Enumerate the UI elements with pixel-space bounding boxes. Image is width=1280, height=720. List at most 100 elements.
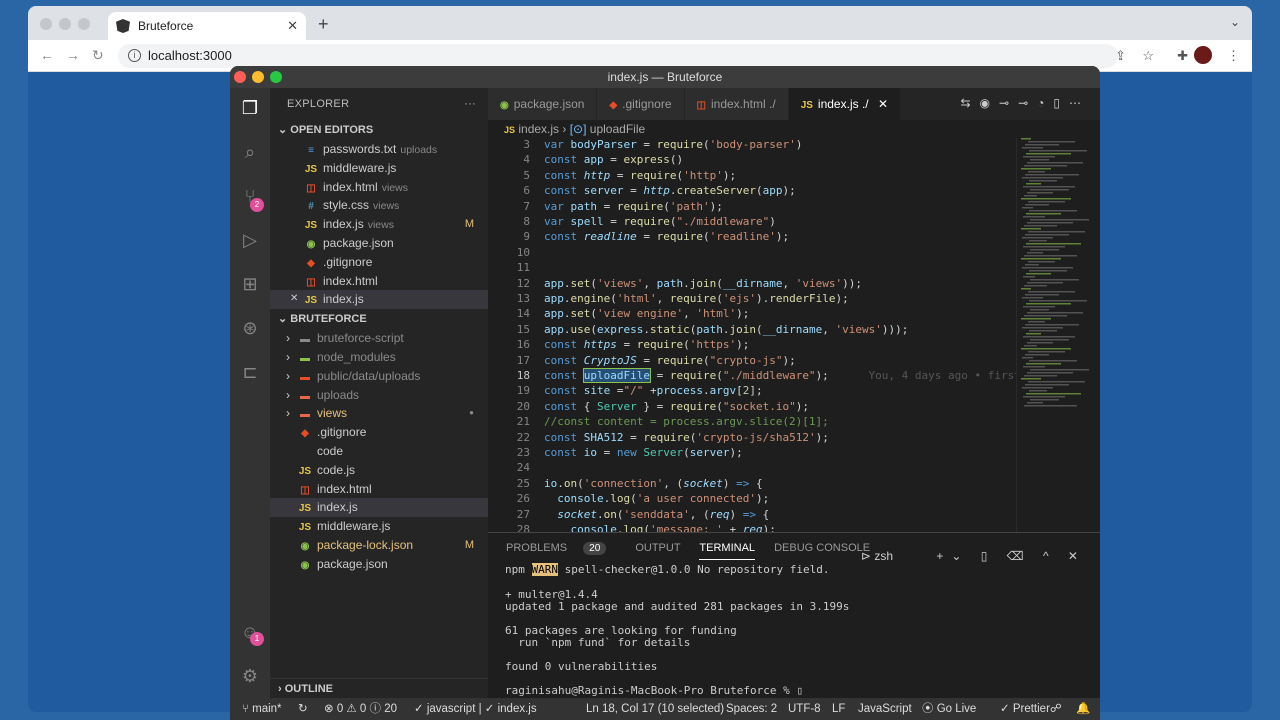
open-editor-item[interactable]: JS index.js views M (270, 215, 488, 234)
sync-icon[interactable]: ↻ (298, 698, 308, 720)
minimize-dot[interactable] (59, 18, 71, 30)
file-tree-item[interactable]: JS middleware.js (270, 517, 488, 536)
file-tree-item[interactable]: code (270, 442, 488, 461)
editor-tab[interactable]: ◫ index.html ./ (684, 88, 789, 120)
minimap-line (1025, 204, 1049, 206)
go-live-button[interactable]: ⦿ Go Live (922, 698, 976, 720)
language-check-status[interactable]: ✓ javascript | ✓ index.js (414, 698, 537, 720)
code-token: createServer (676, 184, 756, 198)
terminal-output[interactable]: npm WARN spell-checker@1.0.0 No reposito… (488, 563, 1100, 697)
zoom-dot[interactable] (78, 18, 90, 30)
file-tree-item[interactable]: › ▬ public/data/uploads (270, 367, 488, 386)
open-editor-item[interactable]: ◫ index.html views (270, 178, 488, 197)
open-editor-item[interactable]: ✕ JS index.js (270, 290, 488, 310)
minimap[interactable] (1016, 138, 1100, 532)
open-editor-item[interactable]: ≡ passwords.txt uploads (270, 140, 488, 159)
file-tree-item[interactable]: › ▬ node_modules (270, 348, 488, 367)
browser-tab[interactable]: Bruteforce ✕ (108, 12, 306, 40)
zoom-window-dot[interactable] (270, 71, 282, 83)
open-editor-item[interactable]: ◉ package.json (270, 234, 488, 253)
close-icon[interactable]: ✕ (290, 290, 298, 309)
explorer-icon[interactable]: ❐ (238, 96, 262, 120)
file-tree-item[interactable]: ◉ package-lock.json M (270, 536, 488, 555)
editor-tab[interactable]: JS index.js ./ ✕ (788, 88, 902, 120)
reload-icon[interactable]: ↻ (92, 47, 104, 64)
problems-status[interactable]: ⊗ 0 ⚠ 0 ⓘ 20 (324, 698, 397, 720)
profile-avatar[interactable] (1194, 46, 1212, 64)
file-tree-item[interactable]: ◆ .gitignore (270, 423, 488, 442)
file-tree-item[interactable]: JS index.js (270, 498, 488, 518)
file-name: passwords.txt (323, 142, 397, 156)
terminal-shell[interactable]: ⊳ zsh (861, 549, 909, 563)
encoding[interactable]: UTF-8 (788, 698, 821, 720)
outline-section[interactable]: › OUTLINE (270, 678, 488, 698)
bookmarks-icon[interactable]: ⊏ (238, 360, 262, 384)
extensions-icon[interactable]: ⊞ (238, 272, 262, 296)
close-tab-icon[interactable]: ✕ (875, 97, 888, 111)
notifications-icon[interactable]: 🔔 (1076, 698, 1090, 720)
bookmark-star-icon[interactable]: ☆ (1142, 48, 1154, 64)
new-tab-icon[interactable]: + (318, 14, 329, 35)
cursor-position[interactable]: Ln 18, Col 17 (10 selected) (586, 698, 724, 720)
close-dot[interactable] (40, 18, 52, 30)
tab-terminal[interactable]: TERMINAL (699, 542, 756, 560)
file-tree-item[interactable]: ◉ package.json (270, 555, 488, 574)
tab-debug-console[interactable]: DEBUG CONSOLE (774, 542, 870, 554)
file-tree-item[interactable]: › ▬ uploads (270, 386, 488, 405)
breadcrumb-file[interactable]: index.js (518, 122, 559, 136)
file-name: code.js (317, 462, 356, 477)
project-section[interactable]: ⌄ BRUTEFORCE (270, 309, 488, 329)
code-token: join (689, 276, 717, 290)
line-number: 26 (516, 492, 530, 506)
tab-output[interactable]: OUTPUT (635, 542, 680, 554)
menu-icon[interactable]: ⋮ (1227, 48, 1240, 64)
close-tab-icon[interactable]: ✕ (287, 18, 298, 34)
panel-actions[interactable]: ⊳ zsh +⌄ ▯ ⌫ ^ ✕ (861, 541, 1086, 571)
git-graph-icon[interactable]: ⊛ (238, 316, 262, 340)
branch-status[interactable]: ⑂ main* (242, 698, 282, 720)
end-of-line[interactable]: LF (832, 698, 845, 720)
file-tree-item[interactable]: ◫ index.html (270, 480, 488, 499)
extensions-icon[interactable]: ✚ (1177, 48, 1188, 64)
open-editor-item[interactable]: # style.css views (270, 196, 488, 215)
prettier-status[interactable]: ✓ Prettier (1000, 698, 1050, 720)
window-title: index.js — Bruteforce (607, 70, 723, 84)
info-icon[interactable]: i (128, 49, 141, 62)
tab-problems[interactable]: PROBLEMS (506, 542, 567, 554)
share-icon[interactable]: ⇪ (1115, 48, 1126, 64)
code-token: 'path' (669, 199, 710, 213)
indentation[interactable]: Spaces: 2 (726, 698, 777, 720)
open-editor-item[interactable]: ◫ index.html (270, 272, 488, 291)
back-icon[interactable]: ← (40, 47, 54, 63)
code-line: io.on('connection', (socket) => { (544, 476, 763, 490)
open-editor-item[interactable]: ◆ .gitignore (270, 253, 488, 272)
language-mode[interactable]: JavaScript (858, 698, 912, 720)
tab-search-icon[interactable]: ⌄ (1230, 15, 1240, 29)
more-actions-icon[interactable]: ··· (464, 88, 476, 120)
editor-tab[interactable]: ◆ .gitignore (597, 88, 685, 120)
file-tree-item[interactable]: JS code.js (270, 461, 488, 480)
minimap-line (1026, 303, 1071, 305)
editor-tab[interactable]: ◉ package.json (488, 88, 598, 120)
url-input[interactable]: i localhost:3000 (118, 44, 1118, 68)
line-number: 3 (523, 138, 530, 151)
code-token: req (709, 507, 730, 521)
file-tree-item[interactable]: › ▬ bruteforce-script (270, 329, 488, 348)
scm-badge: 2 (250, 198, 264, 212)
explorer-title: EXPLORER (287, 98, 350, 110)
close-window-dot[interactable] (234, 71, 246, 83)
open-editors-section[interactable]: ⌄ OPEN EDITORS (270, 120, 488, 140)
editor-actions[interactable]: ⇆◉⊸⊸◔▯⋯ (961, 96, 1091, 110)
file-tree-item[interactable]: › ▬ views ● (270, 404, 488, 423)
minimize-window-dot[interactable] (252, 71, 264, 83)
settings-gear-icon[interactable]: ⚙ (238, 664, 262, 688)
feedback-icon[interactable]: ☍ (1050, 698, 1062, 720)
forward-icon[interactable]: → (66, 47, 80, 63)
open-editor-item[interactable]: JS middleware.js (270, 159, 488, 178)
breadcrumb-symbol[interactable]: uploadFile (590, 122, 645, 136)
run-debug-icon[interactable]: ▷ (238, 228, 262, 252)
search-icon[interactable]: ⌕ (238, 140, 262, 164)
code-token: https (583, 338, 617, 352)
line-number: 5 (523, 168, 530, 182)
